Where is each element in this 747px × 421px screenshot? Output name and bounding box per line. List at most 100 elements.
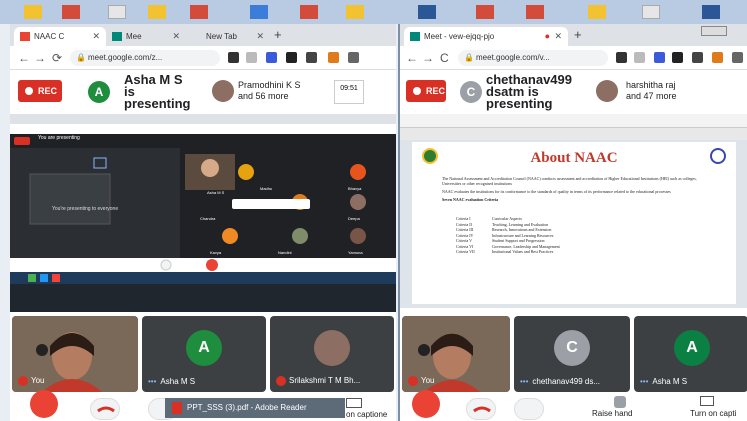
address-bar-row: ← → ⟳ 🔒 meet.google.com/z... <box>10 46 396 70</box>
pdf-icon[interactable] <box>300 5 318 19</box>
star-icon[interactable] <box>246 52 257 63</box>
extension-icon[interactable] <box>654 52 665 63</box>
inner-tile-name: Kavya <box>210 250 222 255</box>
criteria-title: Infrastructure and Learning Resources <box>492 232 554 238</box>
meet-info-bar: REC A Asha M S is presenting Pramodhini … <box>10 70 396 114</box>
participant-tile-asha[interactable]: A ••• Asha M S <box>142 316 266 392</box>
extension-icon[interactable] <box>266 52 277 63</box>
url-field[interactable]: 🔒 meet.google.com/z... <box>70 50 220 66</box>
criteria-list: Criteria I Curricular Aspects Criteria II… <box>456 216 560 255</box>
camera-icon[interactable] <box>228 52 239 63</box>
reload-icon[interactable]: C <box>440 51 449 65</box>
file-icon[interactable] <box>108 5 126 19</box>
file-icon[interactable] <box>642 5 660 19</box>
participant-tile-you[interactable]: You <box>402 316 510 392</box>
clock-widget: 09:51 <box>334 80 364 104</box>
pdf-icon[interactable] <box>190 5 208 19</box>
mic-toggle-button[interactable] <box>30 390 58 418</box>
mic-toggle-button[interactable] <box>412 390 440 418</box>
inner-tile-name: Bhavya <box>348 186 362 191</box>
tab-meet[interactable]: Mee ✕ <box>106 27 186 46</box>
word-icon[interactable] <box>418 5 436 19</box>
tab-label: NAAC C <box>34 32 65 41</box>
participant-tile-asha[interactable]: A ••• Asha M S <box>634 316 747 392</box>
pdf-icon[interactable] <box>476 5 494 19</box>
extension-icon[interactable] <box>328 52 339 63</box>
extension-icon[interactable] <box>672 52 683 63</box>
captions-icon[interactable] <box>700 396 714 406</box>
inner-tile-name: Chandra <box>200 216 216 221</box>
reader-menubar <box>400 114 747 128</box>
url-field[interactable]: 🔒 meet.google.com/v... <box>458 50 608 66</box>
app-icon[interactable] <box>250 5 268 19</box>
inner-tile-name: Deepa <box>348 216 360 221</box>
desktop-background-right <box>396 0 747 24</box>
mic-off-icon <box>276 376 286 386</box>
folder-icon[interactable] <box>588 5 606 19</box>
close-icon[interactable]: ✕ <box>256 31 264 42</box>
avatar <box>314 330 350 366</box>
gmail-icon <box>20 32 30 41</box>
participant-tile-srilakshmi[interactable]: Srilakshmi T M Bh... <box>270 316 394 392</box>
tab-meet[interactable]: Meet - vew-ejqq-pjo ● ✕ <box>404 27 568 46</box>
participant-tile-you[interactable]: You <box>12 316 138 392</box>
new-tab-button[interactable]: + <box>574 27 582 42</box>
slide-bullet: The National Assessment and Accreditatio… <box>442 176 697 186</box>
folder-icon[interactable] <box>346 5 364 19</box>
inner-tile-name: Nandini <box>278 250 292 255</box>
lock-icon: 🔒 <box>76 53 86 62</box>
reload-icon[interactable]: ⟳ <box>52 51 62 65</box>
tab-new[interactable]: New Tab ✕ <box>186 27 270 46</box>
raise-hand-icon[interactable] <box>614 396 626 408</box>
pdf-icon[interactable] <box>526 5 544 19</box>
end-call-button[interactable] <box>90 398 120 420</box>
star-icon[interactable] <box>634 52 645 63</box>
inner-share-label: You are presenting <box>38 135 80 141</box>
participant-tiles: You A ••• Asha M S Srilakshmi T M Bh... <box>10 312 396 396</box>
criteria-title: Governance, Leadership and Management <box>492 243 560 249</box>
camera-toggle-button[interactable] <box>514 398 544 420</box>
close-icon[interactable]: ✕ <box>172 31 180 42</box>
avatar <box>596 80 618 102</box>
participants-summary[interactable]: Pramodhini K S and 56 more <box>238 80 301 102</box>
back-icon[interactable]: ← <box>406 51 418 65</box>
taskbar-preview-label: PPT_SSS (3).pdf - Adobe Reader <box>187 403 307 412</box>
word-icon[interactable] <box>702 5 720 19</box>
tab-naac[interactable]: NAAC C ✕ <box>14 27 106 46</box>
forward-icon[interactable]: → <box>34 51 46 65</box>
close-icon[interactable]: ✕ <box>554 31 562 42</box>
new-tab-button[interactable]: + <box>274 27 282 42</box>
forward-icon[interactable]: → <box>422 51 434 65</box>
rec-badge: REC <box>406 80 446 102</box>
extension-icon[interactable] <box>712 52 723 63</box>
puzzle-icon[interactable] <box>732 52 743 63</box>
participants-summary[interactable]: harshitha raj and 47 more <box>626 80 677 102</box>
captions-label[interactable]: Turn on capti <box>690 409 736 418</box>
speaking-icon: ••• <box>148 377 157 386</box>
tab-strip: NAAC C ✕ Mee ✕ New Tab ✕ + <box>10 24 396 46</box>
avatar: A <box>186 330 222 366</box>
extension-icon[interactable] <box>286 52 297 63</box>
extension-icon[interactable] <box>692 52 703 63</box>
extension-icon[interactable] <box>306 52 317 63</box>
puzzle-icon[interactable] <box>348 52 359 63</box>
end-call-button[interactable] <box>466 398 496 420</box>
pdf-icon[interactable] <box>62 5 80 19</box>
call-controls: Raise hand Turn on capti <box>400 390 747 421</box>
address-bar-row: ← → C 🔒 meet.google.com/v... <box>400 46 747 70</box>
taskbar-preview[interactable]: PPT_SSS (3).pdf - Adobe Reader <box>165 398 345 418</box>
slide-bullets: The National Assessment and Accreditatio… <box>442 176 716 202</box>
back-icon[interactable]: ← <box>18 51 30 65</box>
captions-label[interactable]: on captione <box>346 410 387 419</box>
raise-hand-label[interactable]: Raise hand <box>592 409 632 418</box>
captions-icon[interactable] <box>346 398 362 408</box>
slide-bullet: NAAC evaluates the institutions for its … <box>442 189 671 194</box>
participant-tile-chethana[interactable]: C ••• chethanav499 ds... <box>514 316 630 392</box>
folder-icon[interactable] <box>24 5 42 19</box>
window-controls[interactable] <box>701 26 727 36</box>
reader-toolbar <box>400 128 747 140</box>
folder-icon[interactable] <box>148 5 166 19</box>
close-icon[interactable]: ✕ <box>92 31 100 42</box>
camera-icon[interactable] <box>616 52 627 63</box>
avatar: C <box>554 330 590 366</box>
